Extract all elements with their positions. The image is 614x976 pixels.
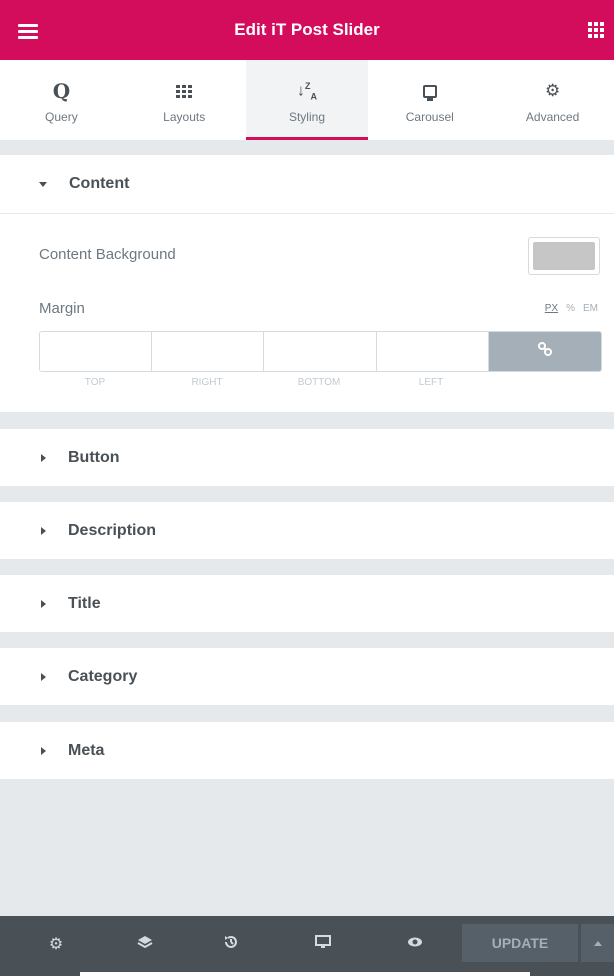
section-description: Description [0, 502, 614, 559]
margin-left-input[interactable] [377, 332, 489, 371]
content-background-label: Content Background [39, 246, 176, 263]
responsive-desktop-icon[interactable] [313, 934, 333, 955]
save-options-button[interactable] [581, 924, 614, 962]
editor-tabs: Q Query Layouts ↓ZA Styling Carousel ⚙ A… [0, 60, 614, 140]
section-header-description[interactable]: Description [0, 502, 614, 559]
panel-title: Edit iT Post Slider [234, 20, 380, 39]
tab-styling[interactable]: ↓ZA Styling [245, 60, 369, 140]
caret-right-icon [41, 746, 46, 755]
gear-icon: ⚙ [544, 81, 561, 100]
link-icon [537, 341, 553, 362]
tab-query[interactable]: Q Query [0, 60, 123, 140]
section-title-style: Title [0, 575, 614, 632]
margin-bottom-label: BOTTOM [297, 377, 341, 388]
section-title: Category [68, 667, 138, 685]
caret-right-icon [41, 672, 46, 681]
color-swatch-fill [533, 242, 595, 270]
link-values-button[interactable] [489, 332, 601, 371]
margin-dimensions [39, 331, 602, 372]
section-header-button[interactable]: Button [0, 429, 614, 486]
tab-label: Query [45, 110, 78, 124]
tab-label: Carousel [405, 110, 454, 124]
section-title: Title [68, 594, 101, 612]
layouts-icon [176, 80, 193, 102]
content-section: Content [0, 155, 614, 412]
sort-az-icon: ↓ZA [296, 80, 317, 102]
unit-em[interactable]: EM [583, 303, 598, 314]
update-button[interactable]: UPDATE [462, 924, 578, 962]
carousel-icon [422, 80, 437, 102]
section-header-meta[interactable]: Meta [0, 722, 614, 779]
panel-footer: ⚙ UPDATE [0, 916, 614, 976]
section-title: Meta [68, 741, 105, 759]
panel-header: Edit iT Post Slider [0, 0, 614, 60]
section-header-title[interactable]: Title [0, 575, 614, 632]
margin-left-label: LEFT [418, 377, 444, 388]
tab-advanced[interactable]: ⚙ Advanced [491, 60, 614, 140]
margin-top-label: TOP [84, 377, 106, 388]
margin-label: Margin [39, 300, 85, 317]
preview-eye-icon[interactable] [405, 934, 425, 955]
navigator-layers-icon[interactable] [135, 934, 155, 955]
margin-right-input[interactable] [152, 332, 264, 371]
section-title: Description [68, 521, 157, 539]
caret-right-icon [41, 526, 46, 535]
menu-icon[interactable] [18, 24, 38, 39]
unit-px[interactable]: PX [545, 303, 558, 314]
query-icon: Q [52, 79, 71, 103]
section-button: Button [0, 429, 614, 486]
bottom-scroll-indicator [80, 972, 530, 976]
caret-right-icon [41, 453, 46, 462]
content-background-color-picker[interactable] [528, 237, 600, 275]
unit-percent[interactable]: % [566, 303, 575, 314]
caret-right-icon [41, 599, 46, 608]
divider [0, 213, 614, 214]
chevron-up-icon [593, 940, 602, 946]
margin-right-label: RIGHT [191, 377, 223, 388]
section-title: Button [68, 448, 120, 466]
margin-top-input[interactable] [40, 332, 152, 371]
margin-field-labels: TOP RIGHT BOTTOM LEFT [39, 377, 489, 388]
caret-down-icon [39, 181, 47, 187]
section-category: Category [0, 648, 614, 705]
unit-switcher: PX % EM [545, 303, 598, 314]
section-meta: Meta [0, 722, 614, 779]
section-header-category[interactable]: Category [0, 648, 614, 705]
tab-label: Layouts [163, 110, 206, 124]
tab-layouts[interactable]: Layouts [123, 60, 246, 140]
tab-label: Advanced [525, 110, 580, 124]
settings-gear-icon[interactable]: ⚙ [46, 934, 66, 954]
widgets-grid-icon[interactable] [588, 22, 604, 38]
tab-label: Styling [288, 110, 325, 124]
tab-carousel[interactable]: Carousel [368, 60, 491, 140]
content-section-header[interactable]: Content [0, 155, 614, 213]
history-icon[interactable] [221, 934, 241, 955]
margin-bottom-input[interactable] [264, 332, 377, 371]
section-title: Content [69, 175, 130, 192]
